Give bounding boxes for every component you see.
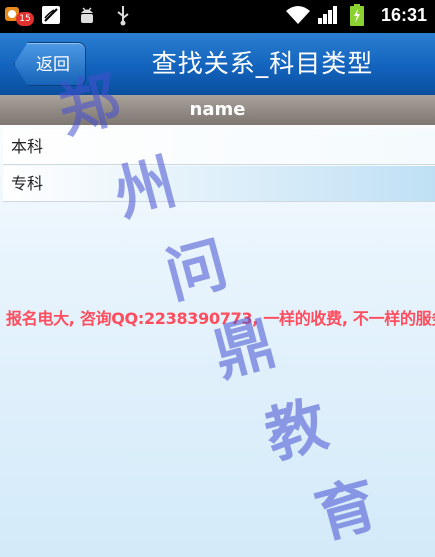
cell-signal-icon	[317, 4, 339, 26]
list-item[interactable]: 本科	[3, 129, 435, 165]
back-button[interactable]: 返回	[14, 42, 86, 86]
title-bar: 返回 查找关系_科目类型	[0, 33, 435, 95]
status-bar: 15 16:31	[0, 0, 435, 33]
advertisement-text: 报名电大, 咨询QQ:2238390773, 一样的收费, 不一样的服务!	[6, 309, 435, 328]
battery-charging-icon	[349, 4, 371, 26]
content-area: name 本科 专科 报名电大, 咨询QQ:2238390773, 一样的收费,…	[0, 95, 435, 557]
usb-icon	[112, 4, 134, 26]
no-signal-icon	[40, 4, 62, 26]
status-bar-left: 15	[4, 4, 134, 26]
notification-badge: 15	[16, 12, 34, 26]
app-notification-icon: 15	[4, 4, 34, 26]
wifi-icon	[285, 4, 310, 26]
list-item[interactable]: 专科	[3, 166, 435, 202]
status-clock: 16:31	[380, 4, 427, 25]
column-header-name: name	[0, 95, 435, 125]
page-title: 查找关系_科目类型	[151, 49, 374, 78]
android-debug-icon	[76, 4, 98, 26]
status-bar-right: 16:31	[285, 4, 427, 26]
